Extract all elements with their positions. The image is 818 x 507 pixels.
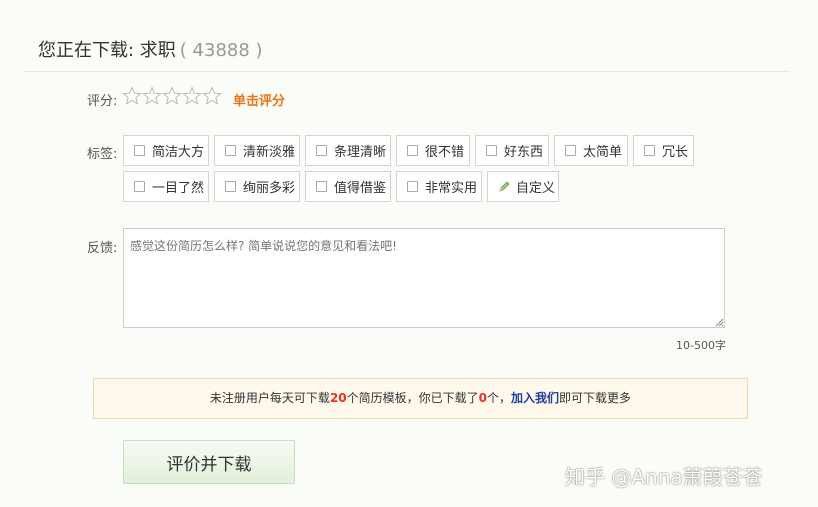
checkbox-icon[interactable] (316, 181, 327, 192)
pencil-icon (498, 180, 511, 193)
tag-option[interactable]: 值得借鉴 (305, 171, 391, 202)
join-us-link[interactable]: 加入我们 (511, 391, 559, 405)
tags-label: 标签: (87, 147, 118, 162)
tag-label: 值得借鉴 (334, 181, 387, 196)
rating-hint: 单击评分 (233, 94, 286, 109)
star-4-icon[interactable] (182, 86, 202, 106)
download-limit-notice: 未注册用户每天可下载20个简历模板，你已下载了0个，加入我们即可下载更多 (93, 378, 748, 419)
star-5-icon[interactable] (202, 86, 222, 106)
notice-text: 个简历模板，你已下载了 (346, 391, 479, 405)
custom-tag-button[interactable]: 自定义 (487, 171, 559, 202)
tag-label: 太简单 (583, 145, 623, 160)
feedback-label: 反馈: (87, 241, 118, 256)
page-title: 您正在下载: 求职( 43888 ) (38, 36, 263, 62)
tag-label: 清新淡雅 (243, 145, 296, 160)
tag-option[interactable]: 非常实用 (396, 171, 482, 202)
tag-option[interactable]: 绚丽多彩 (214, 171, 300, 202)
tag-label: 绚丽多彩 (243, 181, 296, 196)
tag-label: 非常实用 (425, 181, 478, 196)
daily-limit-count: 20 (329, 391, 347, 405)
watermark: 知乎 @Anna萧葭苍苍 (565, 465, 763, 489)
tag-label: 一目了然 (152, 181, 205, 196)
checkbox-icon[interactable] (486, 145, 497, 156)
star-rating[interactable] (122, 86, 222, 108)
tag-label: 简洁大方 (152, 145, 205, 160)
tag-option[interactable]: 条理清晰 (305, 135, 391, 166)
checkbox-icon[interactable] (407, 145, 418, 156)
resize-grip-icon[interactable] (714, 317, 724, 327)
checkbox-icon[interactable] (134, 145, 145, 156)
checkbox-icon[interactable] (134, 181, 145, 192)
rate-and-download-button[interactable]: 评价并下载 (123, 440, 295, 484)
star-1-icon[interactable] (122, 86, 142, 106)
tag-option[interactable]: 好东西 (475, 135, 549, 166)
tag-option[interactable]: 太简单 (554, 135, 628, 166)
tag-label: 条理清晰 (334, 145, 387, 160)
checkbox-icon[interactable] (407, 181, 418, 192)
tag-option[interactable]: 简洁大方 (123, 135, 209, 166)
page-header: 您正在下载: 求职( 43888 ) (24, 22, 790, 72)
title-text: 您正在下载: 求职 (38, 40, 176, 61)
char-limit: 10-500字 (676, 339, 726, 352)
checkbox-icon[interactable] (316, 145, 327, 156)
tag-option[interactable]: 一目了然 (123, 171, 209, 202)
notice-text: 个， (487, 391, 512, 405)
download-count: ( 43888 ) (179, 40, 263, 61)
tag-label: 好东西 (504, 145, 544, 160)
rating-label: 评分: (87, 94, 118, 109)
checkbox-icon[interactable] (565, 145, 576, 156)
downloaded-count: 0 (478, 391, 488, 405)
checkbox-icon[interactable] (644, 145, 655, 156)
tag-option[interactable]: 清新淡雅 (214, 135, 300, 166)
tag-option[interactable]: 很不错 (396, 135, 470, 166)
tag-option[interactable]: 冗长 (633, 135, 694, 166)
notice-text: 未注册用户每天可下载 (209, 391, 330, 405)
checkbox-icon[interactable] (225, 145, 236, 156)
tag-label: 冗长 (662, 145, 689, 160)
custom-tag-label: 自定义 (516, 181, 556, 196)
notice-text: 即可下载更多 (559, 391, 632, 405)
feedback-textarea[interactable] (123, 228, 725, 328)
star-2-icon[interactable] (142, 86, 162, 106)
star-3-icon[interactable] (162, 86, 182, 106)
tag-label: 很不错 (425, 145, 465, 160)
checkbox-icon[interactable] (225, 181, 236, 192)
